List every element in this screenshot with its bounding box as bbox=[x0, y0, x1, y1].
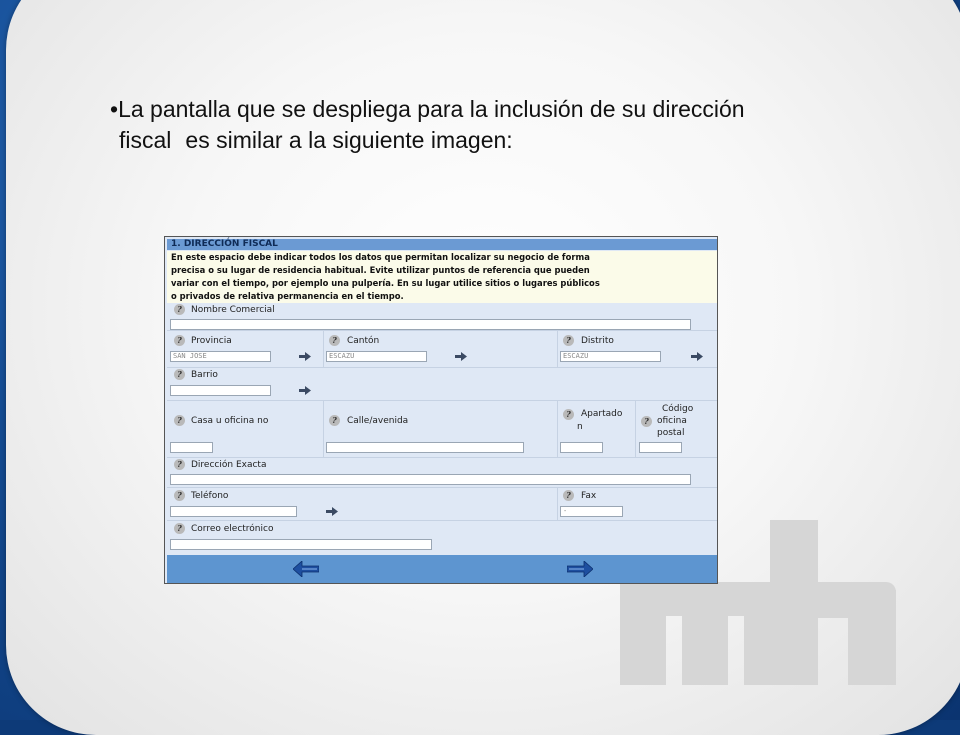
picker-arrow-icon[interactable] bbox=[326, 507, 338, 516]
barrio-input[interactable] bbox=[170, 385, 271, 396]
intro-line: variar con el tiempo, por ejemplo una pu… bbox=[171, 278, 600, 288]
help-icon[interactable]: ? bbox=[174, 369, 185, 380]
label-correo: Correo electrónico bbox=[191, 524, 274, 534]
casa-input[interactable] bbox=[170, 442, 213, 453]
label-telefono: Teléfono bbox=[191, 491, 229, 501]
col-divider bbox=[323, 331, 324, 367]
canton-input[interactable]: ESCAZU bbox=[326, 351, 427, 362]
bullet-line-1: •La pantalla que se despliega para la in… bbox=[110, 94, 910, 125]
nombre-comercial-input[interactable] bbox=[170, 319, 691, 330]
row-divider bbox=[167, 367, 717, 368]
row-divider bbox=[167, 330, 717, 331]
calle-input[interactable] bbox=[326, 442, 524, 453]
slide-bullet-text: •La pantalla que se despliega para la in… bbox=[110, 94, 910, 156]
row-divider bbox=[167, 457, 717, 458]
col-divider bbox=[635, 401, 636, 457]
intro-line: o privados de relativa permanencia en el… bbox=[171, 291, 404, 301]
bullet-line-2-word: fiscal bbox=[119, 127, 172, 153]
help-icon[interactable]: ? bbox=[174, 523, 185, 534]
back-arrow-icon[interactable] bbox=[293, 561, 319, 577]
label-apartado-wrap: n bbox=[577, 422, 583, 432]
label-distrito: Distrito bbox=[581, 336, 614, 346]
picker-arrow-icon[interactable] bbox=[691, 352, 703, 361]
picker-arrow-icon[interactable] bbox=[299, 352, 311, 361]
label-codigo-postal-3: postal bbox=[657, 428, 685, 438]
label-fax: Fax bbox=[581, 491, 597, 501]
fax-input[interactable]: - bbox=[560, 506, 623, 517]
direccion-exacta-input[interactable] bbox=[170, 474, 691, 485]
help-icon[interactable]: ? bbox=[641, 416, 652, 427]
help-icon[interactable]: ? bbox=[329, 415, 340, 426]
section-title: 1. DIRECCIÓN FISCAL bbox=[167, 239, 717, 250]
help-icon[interactable]: ? bbox=[174, 335, 185, 346]
label-barrio: Barrio bbox=[191, 370, 218, 380]
bullet-line-2: fiscal es similar a la siguiente imagen: bbox=[110, 125, 910, 156]
bullet-line-1-text: La pantalla que se despliega para la inc… bbox=[118, 96, 745, 122]
codigo-postal-input[interactable] bbox=[639, 442, 682, 453]
intro-text: En este espacio debe indicar todos los d… bbox=[167, 251, 717, 303]
help-icon[interactable]: ? bbox=[563, 409, 574, 420]
intro-line: precisa o su lugar de residencia habitua… bbox=[171, 265, 590, 275]
help-icon[interactable]: ? bbox=[329, 335, 340, 346]
picker-arrow-icon[interactable] bbox=[455, 352, 467, 361]
bullet-line-2-text: es similar a la siguiente imagen: bbox=[185, 127, 513, 153]
intro-line: En este espacio debe indicar todos los d… bbox=[171, 252, 590, 262]
row-divider bbox=[167, 520, 717, 521]
col-divider bbox=[557, 488, 558, 520]
apartado-input[interactable] bbox=[560, 442, 603, 453]
help-icon[interactable]: ? bbox=[174, 459, 185, 470]
col-divider bbox=[557, 331, 558, 367]
label-casa: Casa u oficina no bbox=[191, 416, 269, 426]
help-icon[interactable]: ? bbox=[174, 415, 185, 426]
bullet-marker: • bbox=[110, 96, 119, 122]
label-nombre-comercial: Nombre Comercial bbox=[191, 305, 275, 315]
forward-arrow-icon[interactable] bbox=[567, 561, 593, 577]
help-icon[interactable]: ? bbox=[563, 490, 574, 501]
help-icon[interactable]: ? bbox=[174, 304, 185, 315]
distrito-input[interactable]: ESCAZU bbox=[560, 351, 661, 362]
label-codigo-postal-2: oficina bbox=[657, 416, 687, 426]
row-divider bbox=[167, 487, 717, 488]
label-codigo-postal-1: Código bbox=[662, 404, 694, 414]
picker-arrow-icon[interactable] bbox=[299, 386, 311, 395]
provincia-input[interactable]: SAN JOSE bbox=[170, 351, 271, 362]
label-direccion-exacta: Dirección Exacta bbox=[191, 460, 267, 470]
help-icon[interactable]: ? bbox=[174, 490, 185, 501]
form-screenshot: 1. DIRECCIÓN FISCAL En este espacio debe… bbox=[164, 236, 718, 584]
label-canton: Cantón bbox=[347, 336, 380, 346]
label-calle: Calle/avenida bbox=[347, 416, 409, 426]
help-icon[interactable]: ? bbox=[563, 335, 574, 346]
label-provincia: Provincia bbox=[191, 336, 232, 346]
label-apartado: Apartado bbox=[581, 409, 623, 419]
telefono-input[interactable] bbox=[170, 506, 297, 517]
col-divider bbox=[557, 401, 558, 457]
col-divider bbox=[323, 401, 324, 457]
correo-input[interactable] bbox=[170, 539, 432, 550]
nav-footer bbox=[167, 555, 717, 583]
